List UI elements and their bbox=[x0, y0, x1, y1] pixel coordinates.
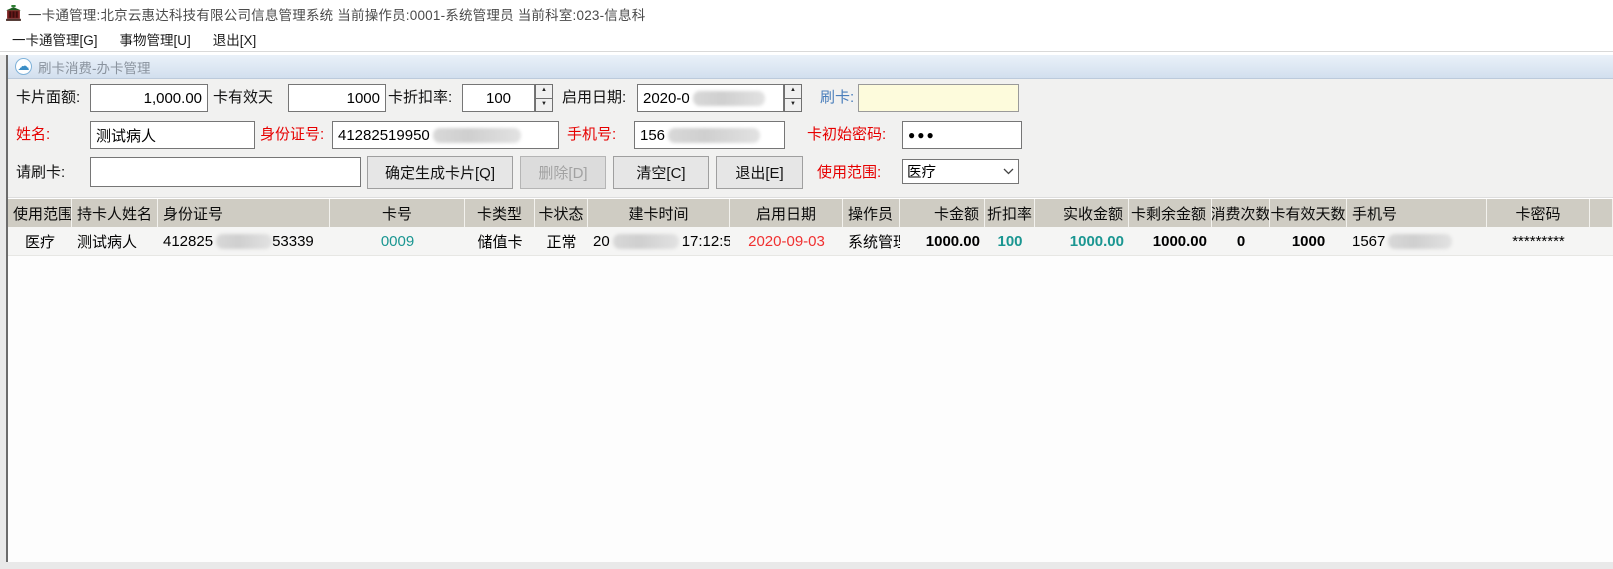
chevron-down-icon bbox=[1003, 168, 1014, 175]
cell-id-number: 412825 53339 bbox=[158, 227, 330, 255]
col-header-received[interactable]: 实收金额 bbox=[1035, 199, 1129, 227]
menu-exit[interactable]: 退出[X] bbox=[203, 26, 267, 52]
col-header-card-no[interactable]: 卡号 bbox=[330, 199, 465, 227]
id-number-input[interactable]: 41282519950 bbox=[332, 121, 559, 149]
name-input[interactable]: 测试病人 bbox=[90, 121, 255, 149]
start-date-label: 启用日期: bbox=[562, 84, 626, 112]
spin-down-icon[interactable]: ▼ bbox=[784, 99, 802, 113]
cell-card-no: 0009 bbox=[330, 227, 465, 255]
init-password-input[interactable]: ●●● bbox=[902, 121, 1022, 149]
discount-rate-label: 卡折扣率: bbox=[388, 84, 452, 112]
cell-start-date: 2020-09-03 bbox=[730, 227, 843, 255]
confirm-generate-card-button[interactable]: 确定生成卡片[Q] bbox=[367, 156, 513, 189]
cell-filler bbox=[1590, 227, 1613, 255]
start-date-input[interactable]: 2020-0 bbox=[637, 84, 784, 112]
col-header-holder-name[interactable]: 持卡人姓名 bbox=[72, 199, 158, 227]
cell-discount: 100 bbox=[985, 227, 1035, 255]
swipe-card-input[interactable] bbox=[858, 84, 1019, 112]
app-title-text: 一卡通管理:北京云惠达科技有限公司信息管理系统 当前操作员:0001-系统管理员… bbox=[28, 4, 645, 24]
child-window-titlebar: ☁ 刷卡消费-办卡管理 bbox=[8, 55, 1613, 79]
cell-password: ********* bbox=[1487, 227, 1590, 255]
main-menubar: 一卡通管理[G] 事物管理[U] 退出[X] bbox=[0, 27, 1613, 52]
delete-button[interactable]: 删除[D] bbox=[520, 156, 606, 189]
redacted-blur bbox=[1388, 234, 1452, 249]
col-header-consume-count[interactable]: 消费次数 bbox=[1212, 199, 1270, 227]
cell-holder-name: 测试病人 bbox=[72, 227, 158, 255]
usage-scope-label: 使用范围: bbox=[817, 159, 881, 187]
cell-usage: 医疗 bbox=[8, 227, 72, 255]
start-date-spinner: ▲ ▼ bbox=[784, 84, 802, 112]
col-header-created-time[interactable]: 建卡时间 bbox=[588, 199, 730, 227]
card-face-value-input[interactable]: 1,000.00 bbox=[90, 84, 208, 112]
swipe-card-label: 刷卡: bbox=[820, 84, 854, 112]
card-valid-days-label: 卡有效天 bbox=[213, 84, 273, 112]
spin-down-icon[interactable]: ▼ bbox=[535, 99, 553, 113]
col-header-operator[interactable]: 操作员 bbox=[843, 199, 900, 227]
grid-header-row: 使用范围 持卡人姓名 身份证号 卡号 卡类型 卡状态 建卡时间 启用日期 操作员… bbox=[8, 198, 1613, 227]
clear-button[interactable]: 清空[C] bbox=[613, 156, 709, 189]
col-header-card-type[interactable]: 卡类型 bbox=[465, 199, 535, 227]
phone-input[interactable]: 156 bbox=[634, 121, 785, 149]
cell-balance: 1000.00 bbox=[1129, 227, 1212, 255]
col-header-balance[interactable]: 卡剩余金额 bbox=[1129, 199, 1212, 227]
spin-up-icon[interactable]: ▲ bbox=[784, 84, 802, 99]
menu-transaction-management[interactable]: 事物管理[U] bbox=[110, 26, 201, 52]
exit-button[interactable]: 退出[E] bbox=[716, 156, 803, 189]
child-window-title: 刷卡消费-办卡管理 bbox=[38, 57, 151, 77]
redacted-blur bbox=[613, 234, 679, 249]
name-label: 姓名: bbox=[16, 121, 50, 149]
card-valid-days-input[interactable]: 1000 bbox=[288, 84, 386, 112]
app-temple-icon bbox=[5, 5, 22, 22]
table-row[interactable]: 医疗 测试病人 412825 53339 0009 储值卡 正常 20 17:1… bbox=[8, 227, 1613, 256]
redacted-blur bbox=[216, 234, 272, 249]
col-header-card-status[interactable]: 卡状态 bbox=[535, 199, 588, 227]
id-number-label: 身份证号: bbox=[260, 121, 324, 149]
col-header-password[interactable]: 卡密码 bbox=[1487, 199, 1590, 227]
cell-consume-count: 0 bbox=[1212, 227, 1270, 255]
redacted-blur bbox=[668, 128, 760, 143]
card-form-panel: 卡片面额: 1,000.00 卡有效天 1000 卡折扣率: 100 ▲ ▼ 启… bbox=[8, 79, 1613, 198]
col-header-filler bbox=[1590, 199, 1613, 227]
card-issue-window: ☁ 刷卡消费-办卡管理 卡片面额: 1,000.00 卡有效天 1000 卡折扣… bbox=[6, 55, 1613, 562]
cell-phone: 1567 bbox=[1347, 227, 1487, 255]
card-list-grid: 使用范围 持卡人姓名 身份证号 卡号 卡类型 卡状态 建卡时间 启用日期 操作员… bbox=[8, 198, 1613, 562]
discount-rate-input[interactable]: 100 bbox=[462, 84, 535, 112]
cell-valid-days: 1000 bbox=[1270, 227, 1347, 255]
cell-card-status: 正常 bbox=[535, 227, 588, 255]
col-header-id-number[interactable]: 身份证号 bbox=[158, 199, 330, 227]
phone-label: 手机号: bbox=[567, 121, 616, 149]
col-header-discount[interactable]: 折扣率 bbox=[985, 199, 1035, 227]
cell-operator: 系统管理员 bbox=[843, 227, 900, 255]
cell-received: 1000.00 bbox=[1035, 227, 1129, 255]
spin-up-icon[interactable]: ▲ bbox=[535, 84, 553, 99]
mdi-desktop: ☁ 刷卡消费-办卡管理 卡片面额: 1,000.00 卡有效天 1000 卡折扣… bbox=[0, 55, 1613, 569]
init-password-label: 卡初始密码: bbox=[807, 121, 886, 149]
cell-created-time: 20 17:12:50 bbox=[588, 227, 730, 255]
col-header-usage[interactable]: 使用范围 bbox=[8, 199, 72, 227]
please-swipe-label: 请刷卡: bbox=[16, 159, 65, 187]
col-header-phone[interactable]: 手机号 bbox=[1347, 199, 1487, 227]
app-titlebar: 一卡通管理:北京云惠达科技有限公司信息管理系统 当前操作员:0001-系统管理员… bbox=[0, 0, 1613, 27]
col-header-valid-days[interactable]: 卡有效天数 bbox=[1270, 199, 1347, 227]
redacted-blur bbox=[693, 91, 765, 106]
menu-onecard-management[interactable]: 一卡通管理[G] bbox=[2, 26, 108, 52]
usage-scope-select[interactable]: 医疗 bbox=[902, 159, 1019, 184]
cell-amount: 1000.00 bbox=[900, 227, 985, 255]
cell-card-type: 储值卡 bbox=[465, 227, 535, 255]
cloud-icon: ☁ bbox=[15, 58, 32, 75]
please-swipe-input[interactable] bbox=[90, 157, 361, 187]
discount-rate-spinner: ▲ ▼ bbox=[535, 84, 553, 112]
card-face-value-label: 卡片面额: bbox=[16, 84, 80, 112]
redacted-blur bbox=[433, 128, 521, 143]
col-header-amount[interactable]: 卡金额 bbox=[900, 199, 985, 227]
col-header-start-date[interactable]: 启用日期 bbox=[730, 199, 843, 227]
